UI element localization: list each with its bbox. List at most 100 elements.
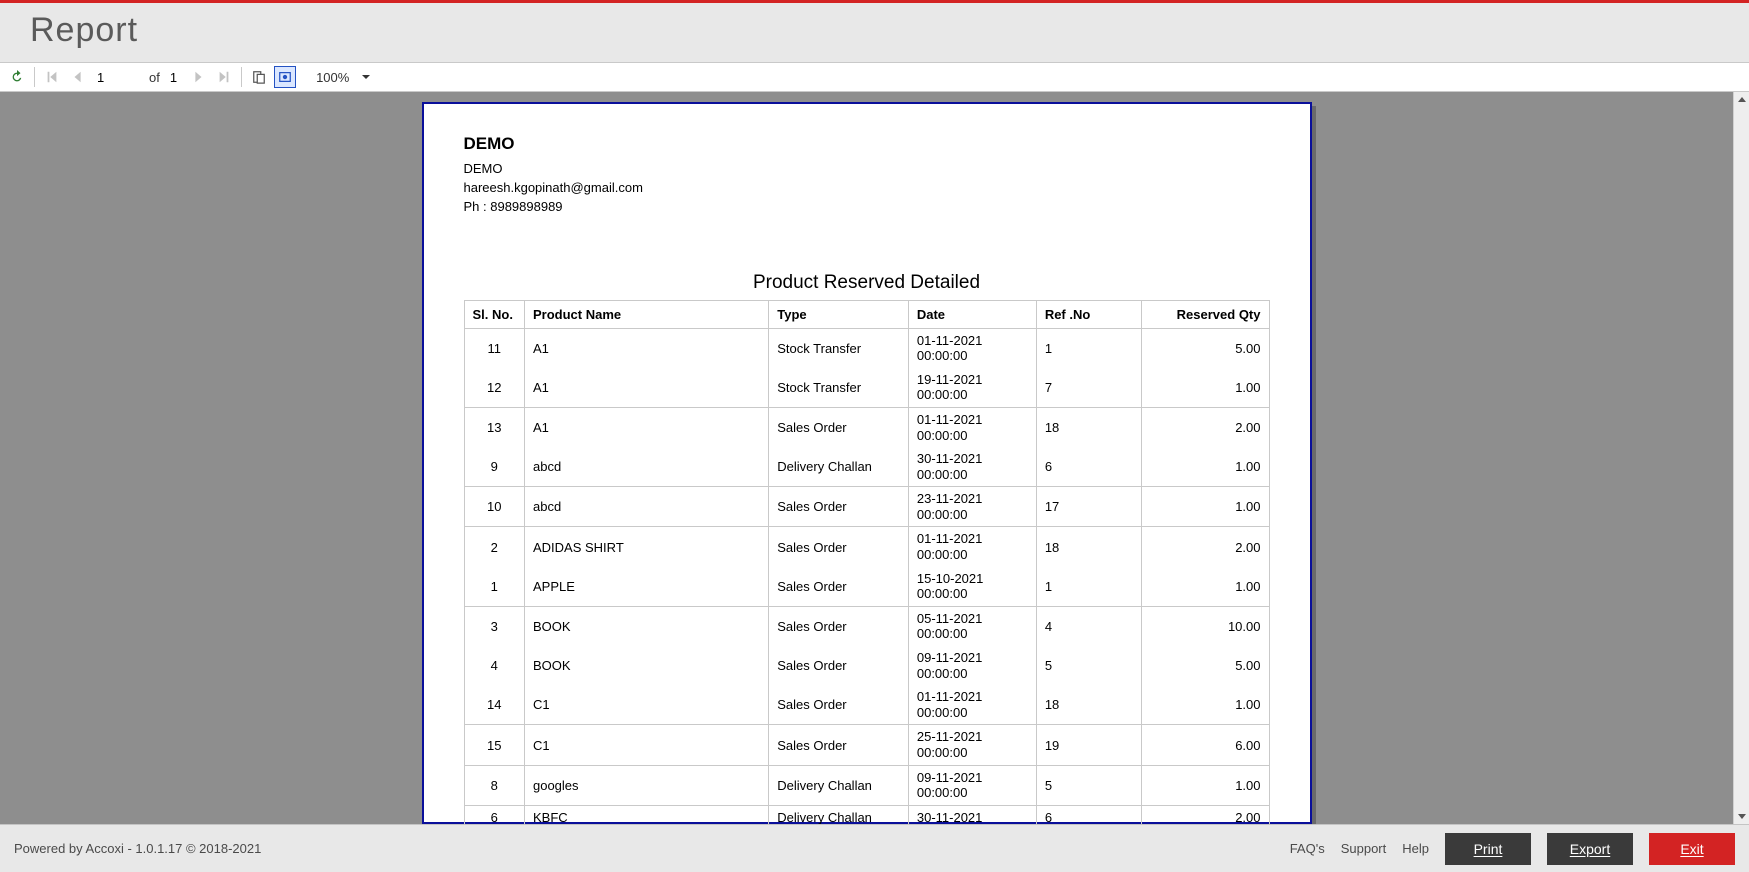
cell-qty: 1.00 bbox=[1141, 567, 1269, 607]
col-slno: Sl. No. bbox=[464, 300, 524, 328]
cell-product: ADIDAS SHIRT bbox=[524, 527, 768, 567]
report-title: Product Reserved Detailed bbox=[464, 272, 1270, 294]
cell-ref: 18 bbox=[1036, 407, 1141, 447]
toolbar-separator bbox=[34, 67, 35, 87]
cell-slno: 4 bbox=[464, 646, 524, 685]
export-button[interactable]: Export bbox=[1547, 833, 1633, 865]
refresh-icon[interactable] bbox=[6, 66, 28, 88]
cell-slno: 3 bbox=[464, 606, 524, 646]
cell-ref: 1 bbox=[1036, 328, 1141, 368]
report-table: Sl. No. Product Name Type Date Ref .No R… bbox=[464, 300, 1270, 824]
help-link[interactable]: Help bbox=[1402, 841, 1429, 856]
cell-slno: 11 bbox=[464, 328, 524, 368]
of-label: of bbox=[143, 70, 166, 85]
cell-date: 01-11-2021 00:00:00 bbox=[908, 685, 1036, 725]
cell-ref: 5 bbox=[1036, 765, 1141, 805]
cell-qty: 1.00 bbox=[1141, 685, 1269, 725]
cell-slno: 8 bbox=[464, 765, 524, 805]
cell-qty: 10.00 bbox=[1141, 606, 1269, 646]
cell-type: Sales Order bbox=[769, 407, 909, 447]
cell-ref: 6 bbox=[1036, 447, 1141, 487]
cell-type: Sales Order bbox=[769, 606, 909, 646]
cell-product: BOOK bbox=[524, 646, 768, 685]
col-type: Type bbox=[769, 300, 909, 328]
table-header-row: Sl. No. Product Name Type Date Ref .No R… bbox=[464, 300, 1269, 328]
cell-type: Delivery Challan bbox=[769, 805, 909, 824]
cell-qty: 1.00 bbox=[1141, 447, 1269, 487]
page-setup-icon[interactable] bbox=[248, 66, 270, 88]
viewer-scroll-area[interactable]: DEMO DEMO hareesh.kgopinath@gmail.com Ph… bbox=[0, 92, 1733, 824]
cell-slno: 2 bbox=[464, 527, 524, 567]
cell-qty: 1.00 bbox=[1141, 487, 1269, 527]
faq-link[interactable]: FAQ's bbox=[1290, 841, 1325, 856]
table-row: 2ADIDAS SHIRTSales Order01-11-2021 00:00… bbox=[464, 527, 1269, 567]
cell-product: KBFC bbox=[524, 805, 768, 824]
current-page-input[interactable] bbox=[93, 68, 139, 87]
table-row: 1APPLESales Order15-10-2021 00:00:0011.0… bbox=[464, 567, 1269, 607]
zoom-dropdown[interactable] bbox=[361, 72, 371, 82]
window-header: Report bbox=[0, 3, 1749, 62]
cell-date: 30-11-2021 00:00:00 bbox=[908, 447, 1036, 487]
cell-slno: 10 bbox=[464, 487, 524, 527]
cell-ref: 18 bbox=[1036, 527, 1141, 567]
cell-slno: 6 bbox=[464, 805, 524, 824]
scroll-down-icon[interactable] bbox=[1734, 808, 1749, 824]
prev-page-icon[interactable] bbox=[67, 66, 89, 88]
cell-qty: 1.00 bbox=[1141, 368, 1269, 408]
first-page-icon[interactable] bbox=[41, 66, 63, 88]
company-sub: DEMO bbox=[464, 160, 1270, 179]
cell-date: 09-11-2021 00:00:00 bbox=[908, 765, 1036, 805]
cell-product: abcd bbox=[524, 487, 768, 527]
scroll-up-icon[interactable] bbox=[1734, 92, 1749, 108]
total-pages-label: 1 bbox=[170, 70, 177, 85]
support-link[interactable]: Support bbox=[1341, 841, 1387, 856]
cell-ref: 18 bbox=[1036, 685, 1141, 725]
cell-type: Stock Transfer bbox=[769, 328, 909, 368]
print-button[interactable]: Print bbox=[1445, 833, 1531, 865]
cell-qty: 1.00 bbox=[1141, 765, 1269, 805]
col-product: Product Name bbox=[524, 300, 768, 328]
cell-ref: 4 bbox=[1036, 606, 1141, 646]
cell-date: 19-11-2021 00:00:00 bbox=[908, 368, 1036, 408]
cell-qty: 6.00 bbox=[1141, 725, 1269, 765]
table-row: 4BOOKSales Order09-11-2021 00:00:0055.00 bbox=[464, 646, 1269, 685]
company-phone: Ph : 8989898989 bbox=[464, 198, 1270, 217]
window-footer: Powered by Accoxi - 1.0.1.17 © 2018-2021… bbox=[0, 824, 1749, 872]
cell-qty: 2.00 bbox=[1141, 527, 1269, 567]
vertical-scrollbar[interactable] bbox=[1733, 92, 1749, 824]
cell-type: Sales Order bbox=[769, 685, 909, 725]
cell-ref: 7 bbox=[1036, 368, 1141, 408]
table-row: 8googlesDelivery Challan09-11-2021 00:00… bbox=[464, 765, 1269, 805]
cell-type: Sales Order bbox=[769, 725, 909, 765]
company-email: hareesh.kgopinath@gmail.com bbox=[464, 179, 1270, 198]
cell-date: 01-11-2021 00:00:00 bbox=[908, 328, 1036, 368]
cell-type: Sales Order bbox=[769, 567, 909, 607]
print-layout-icon[interactable] bbox=[274, 66, 296, 88]
cell-qty: 2.00 bbox=[1141, 407, 1269, 447]
cell-product: C1 bbox=[524, 685, 768, 725]
cell-ref: 19 bbox=[1036, 725, 1141, 765]
cell-ref: 1 bbox=[1036, 567, 1141, 607]
table-row: 12A1Stock Transfer19-11-2021 00:00:0071.… bbox=[464, 368, 1269, 408]
powered-by-label: Powered by Accoxi - 1.0.1.17 © 2018-2021 bbox=[14, 841, 261, 856]
cell-ref: 5 bbox=[1036, 646, 1141, 685]
exit-button[interactable]: Exit bbox=[1649, 833, 1735, 865]
table-row: 6KBFCDelivery Challan30-11-202162.00 bbox=[464, 805, 1269, 824]
table-row: 13A1Sales Order01-11-2021 00:00:00182.00 bbox=[464, 407, 1269, 447]
cell-qty: 5.00 bbox=[1141, 328, 1269, 368]
next-page-icon[interactable] bbox=[187, 66, 209, 88]
cell-slno: 13 bbox=[464, 407, 524, 447]
cell-product: C1 bbox=[524, 725, 768, 765]
cell-slno: 1 bbox=[464, 567, 524, 607]
cell-type: Sales Order bbox=[769, 487, 909, 527]
cell-slno: 14 bbox=[464, 685, 524, 725]
cell-slno: 12 bbox=[464, 368, 524, 408]
table-row: 15C1Sales Order25-11-2021 00:00:00196.00 bbox=[464, 725, 1269, 765]
col-ref: Ref .No bbox=[1036, 300, 1141, 328]
cell-date: 30-11-2021 bbox=[908, 805, 1036, 824]
page-title: Report bbox=[30, 11, 1719, 50]
last-page-icon[interactable] bbox=[213, 66, 235, 88]
report-toolbar: of 1 100% bbox=[0, 62, 1749, 92]
cell-product: googles bbox=[524, 765, 768, 805]
cell-type: Delivery Challan bbox=[769, 447, 909, 487]
